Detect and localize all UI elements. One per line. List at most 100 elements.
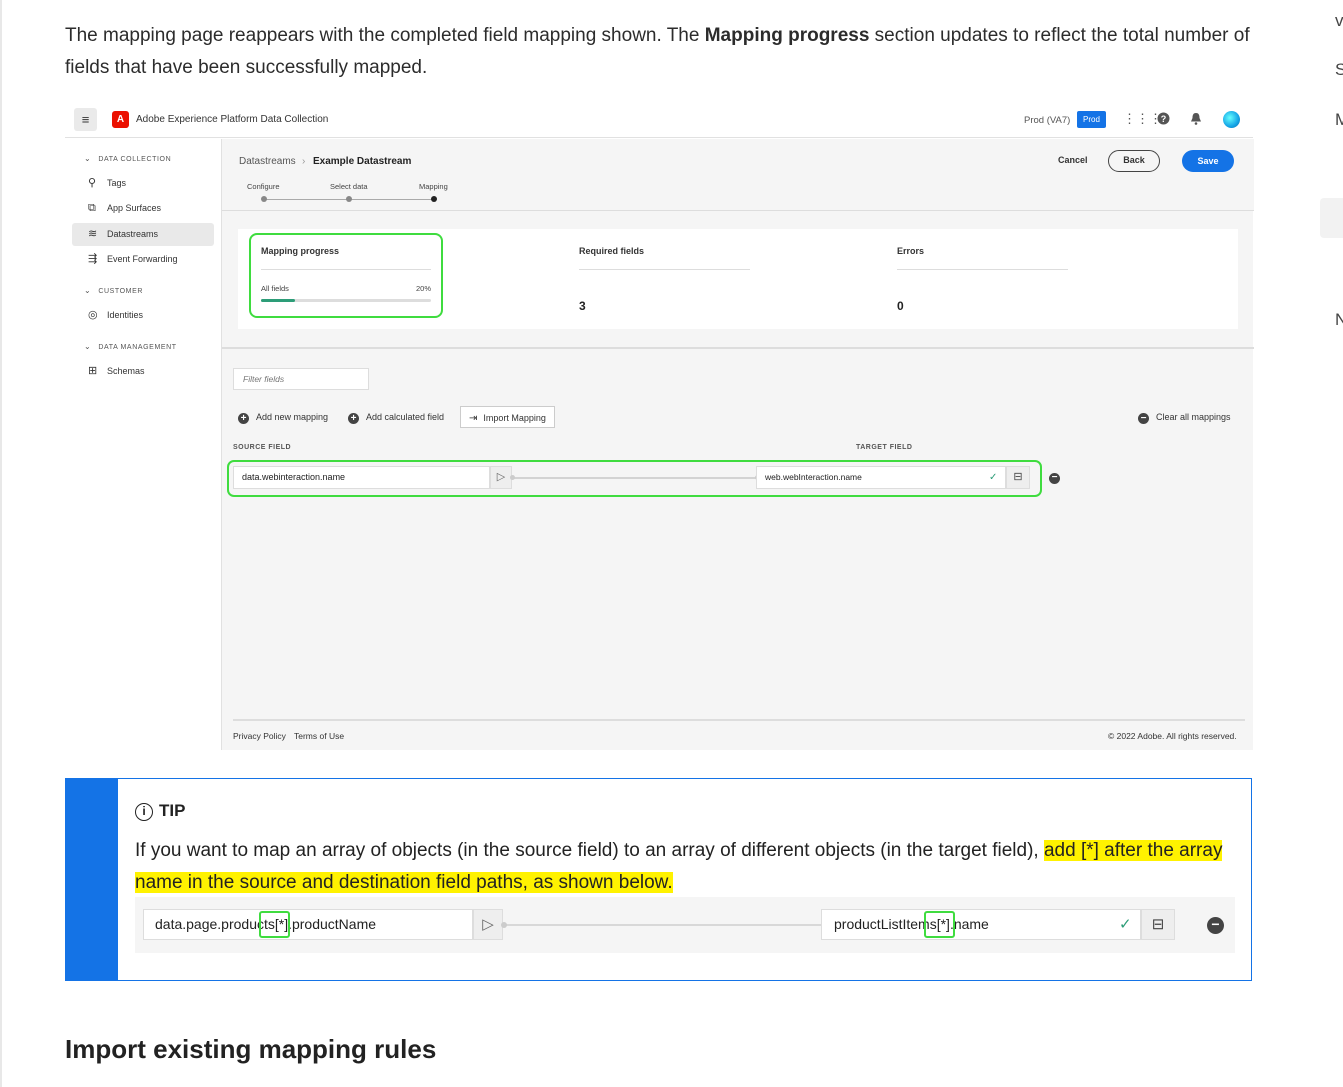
mapping-progress-panel: Mapping progress All fields 20% Required… bbox=[238, 229, 1238, 329]
progress-bar bbox=[261, 299, 431, 302]
example-target-field: productListItems[*].name bbox=[821, 909, 1141, 940]
all-fields-label: All fields bbox=[261, 284, 289, 293]
datastreams-icon: ≋ bbox=[88, 228, 98, 240]
target-field-input[interactable]: web.webInteraction.name bbox=[756, 466, 1006, 489]
adobe-logo-icon: A bbox=[112, 111, 129, 128]
clear-all-mappings-button[interactable]: − Clear all mappings bbox=[1138, 406, 1231, 428]
filter-fields-input[interactable] bbox=[233, 368, 369, 390]
copyright-text: © 2022 Adobe. All rights reserved. bbox=[1108, 731, 1237, 741]
step-select-data[interactable]: Select data bbox=[330, 182, 368, 191]
nav-section-customer[interactable]: ⌄ CUSTOMER bbox=[84, 286, 143, 295]
cancel-button[interactable]: Cancel bbox=[1058, 155, 1088, 165]
add-calculated-field-button[interactable]: + Add calculated field bbox=[348, 406, 444, 428]
environment-badge[interactable]: Prod bbox=[1077, 111, 1106, 128]
right-rail-toc: v S M N bbox=[1320, 0, 1343, 1087]
percent-label: 20% bbox=[416, 284, 432, 293]
breadcrumb-datastreams[interactable]: Datastreams bbox=[239, 156, 296, 167]
source-select-pointer-icon[interactable]: ▷ bbox=[490, 466, 512, 489]
app-title: Adobe Experience Platform Data Collectio… bbox=[136, 114, 329, 125]
checkmark-icon: ✓ bbox=[989, 472, 998, 483]
sidebar-item-identities[interactable]: ◎ Identities bbox=[72, 304, 214, 327]
schema-tree-icon: ⊟ bbox=[1141, 909, 1175, 940]
breadcrumb-chevron-icon: › bbox=[302, 156, 306, 167]
svg-text:?: ? bbox=[1161, 114, 1167, 124]
sidebar-item-event-forwarding[interactable]: ⇶ Event Forwarding bbox=[72, 248, 214, 271]
chevron-down-icon: ⌄ bbox=[84, 342, 92, 351]
menu-icon[interactable]: ≡ bbox=[74, 108, 97, 131]
connector-dot bbox=[510, 475, 515, 480]
help-icon[interactable]: ? bbox=[1157, 112, 1170, 128]
tip-heading: i TIP bbox=[135, 801, 185, 821]
sidebar-item-app-surfaces[interactable]: ⧉ App Surfaces bbox=[72, 197, 214, 220]
sidebar-item-tags[interactable]: ⚲ Tags bbox=[72, 172, 214, 195]
app-surfaces-icon: ⧉ bbox=[88, 202, 96, 214]
required-fields-value: 3 bbox=[579, 299, 586, 313]
step-mapping[interactable]: Mapping bbox=[419, 182, 448, 191]
nav-section-data-management[interactable]: ⌄ DATA MANAGEMENT bbox=[84, 342, 177, 351]
fingerprint-icon: ◎ bbox=[88, 309, 98, 321]
app-top-bar: ≡ A Adobe Experience Platform Data Colle… bbox=[65, 100, 1253, 138]
remove-mapping-icon: − bbox=[1207, 917, 1224, 934]
save-button[interactable]: Save bbox=[1182, 150, 1234, 172]
back-button[interactable]: Back bbox=[1108, 150, 1160, 172]
import-mapping-button[interactable]: ⇥ Import Mapping bbox=[460, 406, 555, 428]
source-select-pointer-icon: ▷ bbox=[473, 909, 503, 940]
event-forwarding-icon: ⇶ bbox=[88, 253, 98, 265]
main-content: Datastreams › Example Datastream Cancel … bbox=[221, 139, 1254, 750]
page-header: Datastreams › Example Datastream Cancel … bbox=[222, 139, 1254, 211]
nav-section-data-collection[interactable]: ⌄ DATA COLLECTION bbox=[84, 154, 171, 163]
toc-item[interactable]: v bbox=[1335, 11, 1343, 31]
section-divider bbox=[222, 347, 1254, 349]
card-divider bbox=[897, 269, 1068, 270]
tip-text: If you want to map an array of objects (… bbox=[135, 840, 1223, 893]
card-divider bbox=[261, 269, 431, 270]
page-left-border bbox=[0, 0, 2, 1087]
highlight-box bbox=[259, 911, 290, 938]
checkmark-icon: ✓ bbox=[1119, 916, 1132, 933]
highlight-box bbox=[924, 911, 955, 938]
breadcrumb-current: Example Datastream bbox=[313, 156, 412, 167]
intro-paragraph: The mapping page reappears with the comp… bbox=[65, 25, 1250, 78]
toc-item[interactable]: S bbox=[1335, 60, 1343, 80]
mapping-progress-title: Mapping progress bbox=[261, 246, 340, 256]
target-field-header: TARGET FIELD bbox=[856, 444, 913, 451]
errors-value: 0 bbox=[897, 299, 904, 313]
card-divider bbox=[579, 269, 750, 270]
step-configure[interactable]: Configure bbox=[247, 182, 280, 191]
connector-dot bbox=[501, 922, 507, 928]
notifications-bell-icon[interactable] bbox=[1190, 112, 1202, 128]
avatar[interactable] bbox=[1223, 111, 1240, 128]
step-dot bbox=[346, 196, 352, 202]
step-dot-current bbox=[431, 196, 437, 202]
schema-tree-icon[interactable]: ⊟ bbox=[1006, 466, 1030, 489]
schema-icon: ⊞ bbox=[88, 365, 98, 377]
environment-label: Prod (VA7) bbox=[1024, 115, 1071, 126]
footer-divider bbox=[233, 719, 1245, 721]
errors-title: Errors bbox=[897, 246, 925, 256]
add-circle-icon: + bbox=[238, 413, 249, 424]
tip-callout: i TIP If you want to map an array of obje… bbox=[65, 778, 1252, 981]
toc-active-item[interactable] bbox=[1320, 198, 1343, 238]
side-navigation: ⌄ DATA COLLECTION ⚲ Tags ⧉ App Surfaces ≋ Da… bbox=[65, 139, 220, 750]
chevron-down-icon: ⌄ bbox=[84, 154, 92, 163]
chevron-down-icon: ⌄ bbox=[84, 286, 92, 295]
toc-item[interactable]: M bbox=[1335, 110, 1343, 130]
add-new-mapping-button[interactable]: + Add new mapping bbox=[238, 406, 328, 428]
remove-mapping-icon[interactable]: − bbox=[1049, 473, 1060, 484]
add-circle-icon: + bbox=[348, 413, 359, 424]
sidebar-item-datastreams[interactable]: ≋ Datastreams bbox=[72, 223, 214, 246]
tip-accent-stripe bbox=[66, 779, 118, 980]
import-icon: ⇥ bbox=[469, 413, 478, 424]
example-mapping-row: data.page.products[*].productName ▷ prod… bbox=[135, 897, 1235, 953]
tags-icon: ⚲ bbox=[88, 177, 97, 189]
privacy-policy-link[interactable]: Privacy Policy bbox=[233, 731, 286, 741]
example-source-field: data.page.products[*].productName bbox=[143, 909, 473, 940]
toc-item[interactable]: N bbox=[1335, 310, 1343, 330]
required-fields-title: Required fields bbox=[579, 246, 645, 256]
sidebar-item-schemas[interactable]: ⊞ Schemas bbox=[72, 360, 214, 383]
mapping-connector bbox=[512, 477, 756, 479]
source-field-input[interactable]: data.webinteraction.name bbox=[233, 466, 490, 489]
mapping-connector bbox=[503, 924, 823, 926]
terms-of-use-link[interactable]: Terms of Use bbox=[294, 731, 344, 741]
remove-circle-icon: − bbox=[1138, 413, 1149, 424]
